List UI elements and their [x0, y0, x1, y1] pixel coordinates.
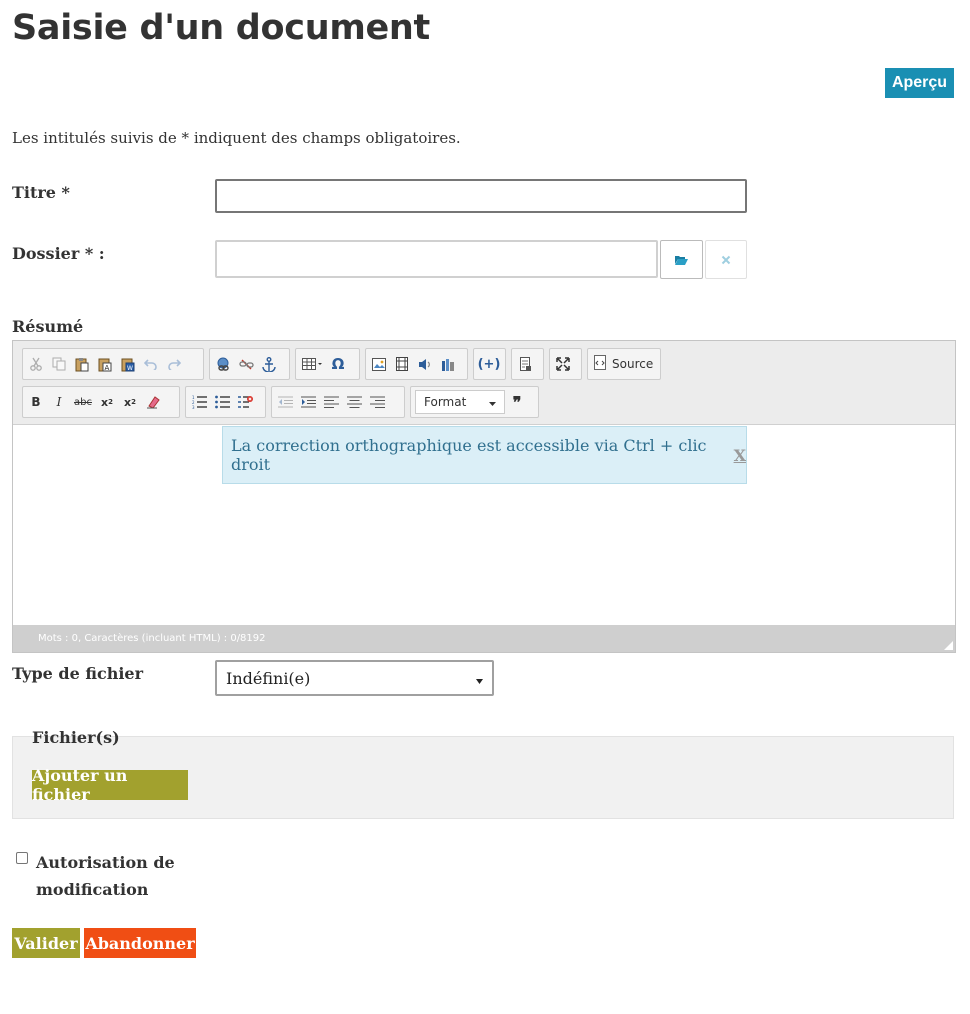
svg-text:3: 3: [192, 405, 195, 409]
caret-down-icon: [489, 395, 496, 409]
svg-text:W: W: [127, 365, 133, 372]
source-group: Source: [587, 348, 661, 380]
spellcheck-notice-text: La correction orthographique est accessi…: [231, 436, 707, 474]
close-icon: [721, 250, 731, 269]
align-center-icon[interactable]: [345, 392, 363, 412]
align-right-icon[interactable]: [368, 392, 386, 412]
page-title: Saisie d'un document: [12, 8, 430, 48]
unlink-icon[interactable]: [237, 354, 255, 374]
files-fieldset: Fichier(s) Ajouter un fichier: [12, 728, 954, 819]
folder-open-icon: [675, 250, 688, 269]
insert-snippet-icon[interactable]: (+): [478, 354, 501, 374]
bold-icon[interactable]: B: [27, 392, 45, 412]
template-group: [511, 348, 544, 380]
indent-icon[interactable]: [299, 392, 317, 412]
format-label: Format: [424, 395, 467, 409]
format-group: Format ❞: [410, 386, 539, 418]
preview-button[interactable]: Aperçu: [885, 68, 954, 98]
source-icon: [594, 355, 608, 373]
browse-folder-button[interactable]: [660, 240, 703, 279]
allow-edit-label[interactable]: Autorisation de modification: [36, 849, 196, 903]
anchor-icon[interactable]: [260, 354, 278, 374]
title-label: Titre *: [12, 183, 70, 202]
redo-icon[interactable]: [165, 354, 183, 374]
indent-align-group: [271, 386, 405, 418]
numbered-list-icon[interactable]: 123: [190, 392, 208, 412]
word-count-text: Mots : 0, Caractères (incluant HTML) : 0…: [38, 633, 266, 644]
files-legend: Fichier(s): [32, 728, 120, 747]
insert-table-group: Ω: [295, 348, 360, 380]
image-icon[interactable]: [370, 354, 388, 374]
paste-icon[interactable]: [73, 354, 91, 374]
italic-icon[interactable]: I: [50, 392, 68, 412]
link-group: [209, 348, 290, 380]
source-label: Source: [612, 357, 654, 371]
link-icon[interactable]: [214, 354, 232, 374]
superscript-icon[interactable]: x2: [121, 392, 139, 412]
basic-styles-group: B I abc x2 x2: [22, 386, 180, 418]
folder-input[interactable]: [215, 240, 658, 278]
maximize-icon[interactable]: [554, 354, 572, 374]
checklist-icon[interactable]: [236, 392, 254, 412]
bulleted-list-icon[interactable]: [213, 392, 231, 412]
format-dropdown[interactable]: Format: [415, 390, 505, 414]
clipboard-group: A W: [22, 348, 204, 380]
summary-label: Résumé: [12, 317, 84, 336]
template-icon[interactable]: [516, 354, 534, 374]
caret-down-icon: [476, 669, 483, 688]
title-input[interactable]: [215, 179, 747, 213]
subscript-icon[interactable]: x2: [98, 392, 116, 412]
required-fields-intro: Les intitulés suivis de * indiquent des …: [12, 129, 461, 147]
spellcheck-notice: La correction orthographique est accessi…: [222, 426, 747, 484]
file-type-value: Indéfini(e): [226, 668, 311, 688]
folder-label: Dossier * :: [12, 244, 105, 263]
editor-content-area[interactable]: La correction orthographique est accessi…: [13, 426, 955, 626]
align-left-icon[interactable]: [322, 392, 340, 412]
list-group: 123: [185, 386, 266, 418]
audio-icon[interactable]: [416, 354, 434, 374]
table-icon[interactable]: [300, 354, 324, 374]
special-char-icon[interactable]: Ω: [329, 354, 347, 374]
rich-text-editor: A W Ω (+) Source B I abc x 2 x 2 1 2 3 F…: [12, 340, 956, 653]
media-group: [365, 348, 468, 380]
outdent-icon[interactable]: [276, 392, 294, 412]
paste-word-icon[interactable]: W: [119, 354, 137, 374]
remove-format-icon[interactable]: [144, 392, 162, 412]
maximize-group: [549, 348, 582, 380]
strikethrough-icon[interactable]: abc: [73, 392, 93, 412]
copy-icon[interactable]: [50, 354, 68, 374]
cut-icon[interactable]: [27, 354, 45, 374]
file-type-label: Type de fichier: [12, 664, 144, 683]
blockquote-icon[interactable]: ❞: [508, 392, 526, 412]
notice-close-button[interactable]: X: [734, 446, 746, 465]
allow-edit-checkbox[interactable]: [16, 852, 28, 864]
video-icon[interactable]: [393, 354, 411, 374]
book-icon[interactable]: [439, 354, 457, 374]
paste-text-icon[interactable]: A: [96, 354, 114, 374]
editor-status-bar: Mots : 0, Caractères (incluant HTML) : 0…: [13, 625, 955, 652]
plugin-group: (+): [473, 348, 506, 380]
undo-icon[interactable]: [142, 354, 160, 374]
add-file-button[interactable]: Ajouter un fichier: [32, 766, 188, 804]
file-type-select[interactable]: Indéfini(e): [215, 660, 494, 696]
source-button[interactable]: Source: [592, 355, 655, 373]
resize-handle-icon[interactable]: [944, 641, 953, 650]
svg-text:A: A: [105, 364, 110, 372]
editor-toolbar: A W Ω (+) Source B I abc x 2 x 2 1 2 3 F…: [13, 341, 955, 425]
clear-folder-button[interactable]: [705, 240, 747, 279]
submit-button[interactable]: Valider: [12, 928, 80, 958]
cancel-button[interactable]: Abandonner: [84, 928, 196, 958]
